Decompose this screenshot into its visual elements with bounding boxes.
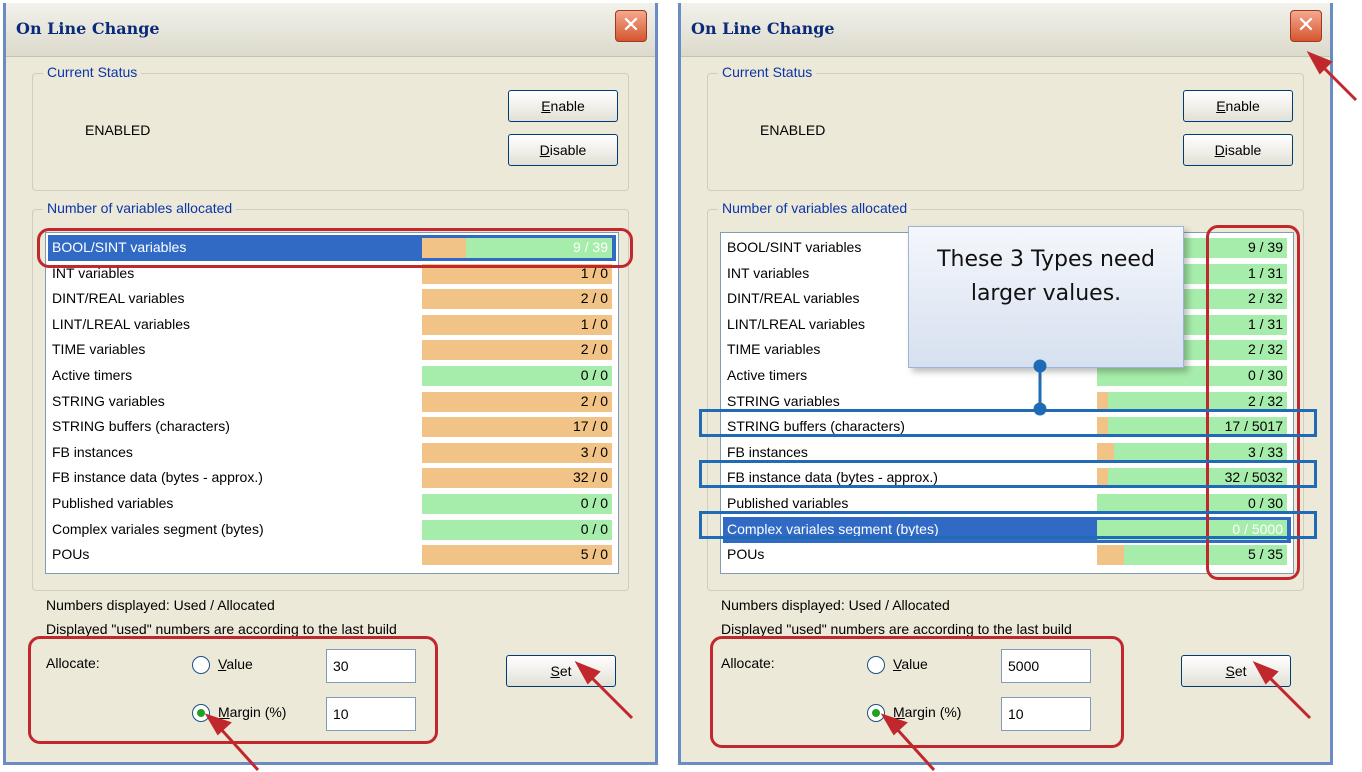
callout-connector-dot-top [1033,359,1047,373]
arrow-head-margin-right [880,713,908,736]
arrow-to-margin-right [894,726,936,772]
arrow-to-margin-left [218,726,260,772]
arrow-to-set-right [1266,674,1312,720]
arrow-to-set-left [588,674,634,720]
arrow-to-close-right [1320,64,1358,102]
annotation-arrows [204,51,1358,772]
arrow-head-margin-left [204,713,232,736]
callout-connector-dot-bottom [1033,402,1047,416]
